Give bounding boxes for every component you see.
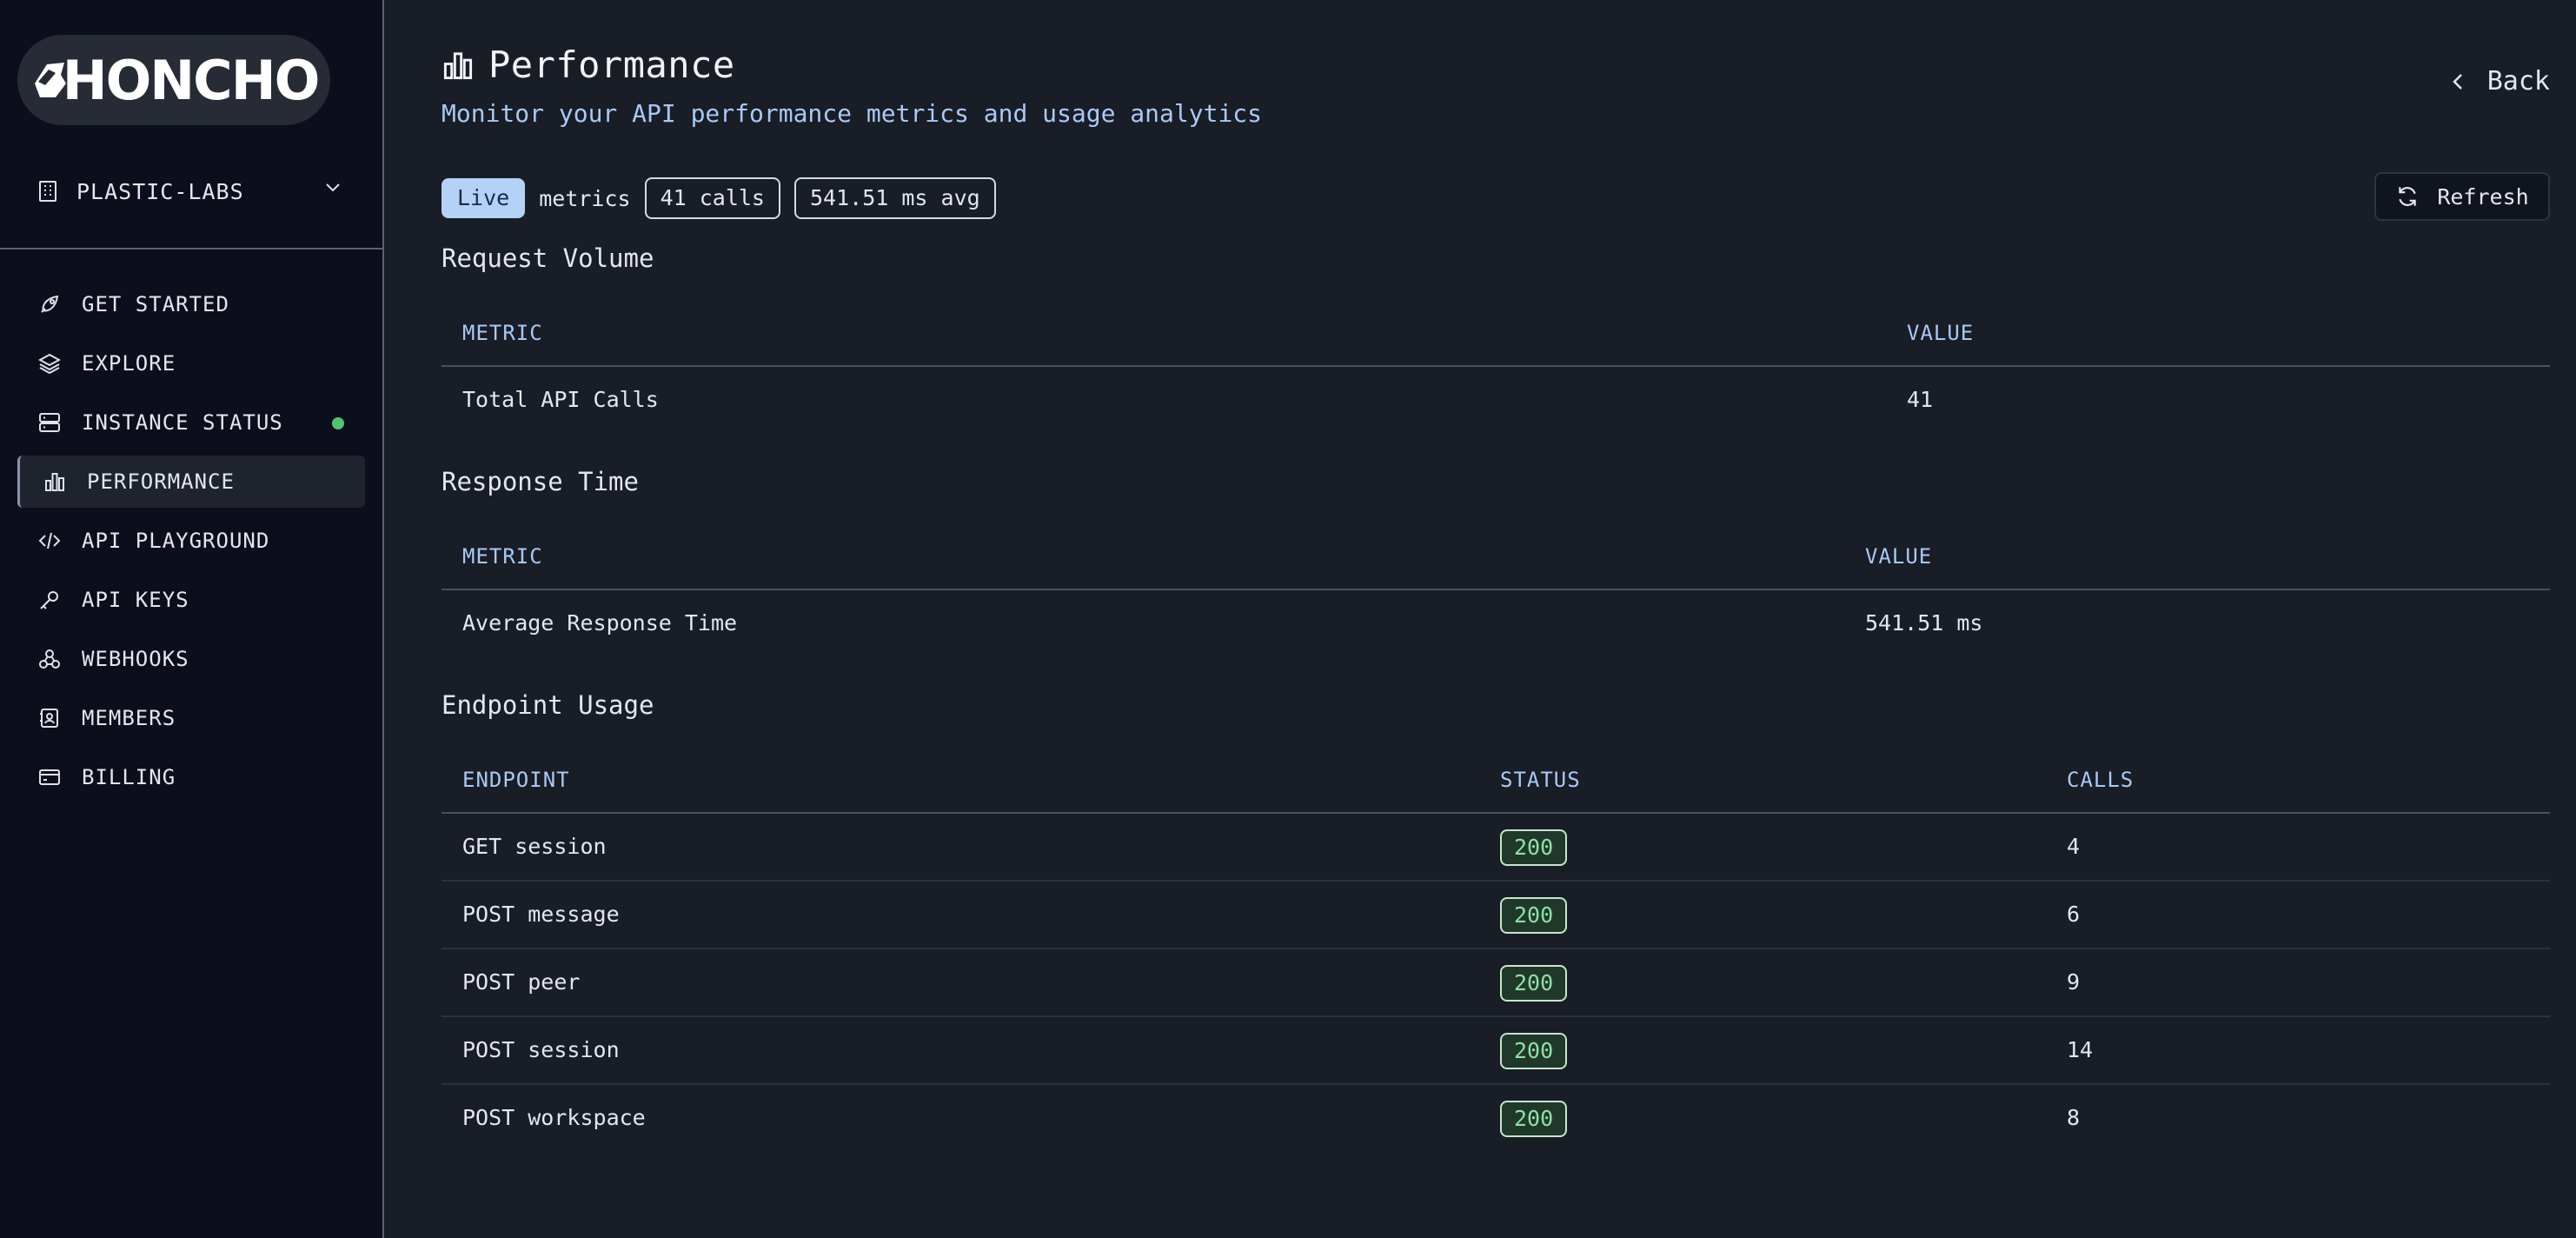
server-icon <box>39 413 60 432</box>
org-name: PLASTIC-LABS <box>76 178 244 204</box>
sidebar-item-performance[interactable]: PERFORMANCE <box>17 456 365 508</box>
org-switcher[interactable]: PLASTIC-LABS <box>38 172 342 210</box>
table-row: POST workspace 200 8 <box>442 1085 2550 1151</box>
refresh-icon <box>2399 187 2417 206</box>
column-header: METRIC <box>462 321 543 345</box>
table-row: POST session 200 14 <box>442 1017 2550 1085</box>
table-header: ENDPOINT STATUS CALLS <box>442 748 2550 814</box>
sidebar: HONCHO PLASTIC-LABS GET STARTED EXPLORE <box>0 0 384 1238</box>
value-cell: 541.51 ms <box>1865 610 1983 636</box>
calls-cell: 9 <box>2067 969 2081 995</box>
key-icon <box>40 591 58 609</box>
sidebar-item-label: PERFORMANCE <box>87 469 235 494</box>
layers-icon <box>38 353 61 375</box>
table-header: METRIC VALUE <box>442 301 2550 367</box>
sidebar-item-label: EXPLORE <box>82 351 176 376</box>
request-volume-table: METRIC VALUE Total API Calls 41 <box>442 301 2550 433</box>
sidebar-item-billing[interactable]: BILLING <box>17 751 365 803</box>
sidebar-item-label: BILLING <box>82 765 176 789</box>
logo[interactable]: HONCHO <box>17 35 330 125</box>
sidebar-item-explore[interactable]: EXPLORE <box>17 337 365 389</box>
bar-chart-icon <box>45 473 64 491</box>
endpoint-cell: POST peer <box>462 969 581 995</box>
summary-badges: Live metrics 41 calls 541.51 ms avg <box>442 177 1010 219</box>
table-row: Average Response Time 541.51 ms <box>442 590 2550 656</box>
refresh-label: Refresh <box>2437 183 2529 210</box>
rocket-icon <box>41 295 59 313</box>
calls-cell: 8 <box>2067 1105 2081 1130</box>
table-row: GET session 200 4 <box>442 814 2550 882</box>
status-badge: 200 <box>1500 1101 1568 1137</box>
bar-chart-icon <box>443 51 473 79</box>
metrics-label: metrics <box>539 185 631 211</box>
status-online-dot <box>332 417 344 429</box>
table-row: POST message 200 6 <box>442 882 2550 949</box>
sidebar-item-label: API KEYS <box>82 588 189 612</box>
page-header: Performance <box>442 43 735 86</box>
column-header: VALUE <box>1865 544 1933 569</box>
calls-cell: 6 <box>2067 902 2081 927</box>
response-time-title: Response Time <box>442 467 639 496</box>
code-icon <box>38 532 61 549</box>
page-title: Performance <box>488 43 735 86</box>
contact-book-icon <box>40 709 58 728</box>
endpoint-cell: POST message <box>462 902 620 927</box>
table-row: Total API Calls 41 <box>442 367 2550 433</box>
endpoint-cell: POST workspace <box>462 1105 646 1130</box>
endpoint-usage-table: ENDPOINT STATUS CALLS GET session 200 4 … <box>442 748 2550 1151</box>
sidebar-item-label: WEBHOOKS <box>82 647 189 671</box>
calls-badge: 41 calls <box>644 177 780 219</box>
sidebar-nav: GET STARTED EXPLORE INSTANCE STATUS PERF… <box>17 278 365 810</box>
response-time-table: METRIC VALUE Average Response Time 541.5… <box>442 524 2550 656</box>
metric-cell: Total API Calls <box>462 387 659 412</box>
column-header: ENDPOINT <box>462 768 570 792</box>
sidebar-item-get-started[interactable]: GET STARTED <box>17 278 365 330</box>
status-badge: 200 <box>1500 897 1568 934</box>
calls-cell: 4 <box>2067 834 2081 859</box>
credit-card-icon <box>39 769 60 785</box>
calls-cell: 14 <box>2067 1037 2094 1062</box>
sidebar-item-label: GET STARTED <box>82 292 229 316</box>
chevron-down-icon <box>326 183 340 192</box>
sidebar-item-api-keys[interactable]: API KEYS <box>17 574 365 626</box>
refresh-button[interactable]: Refresh <box>2374 172 2550 221</box>
back-button[interactable]: Back <box>2449 66 2550 97</box>
sidebar-item-label: MEMBERS <box>82 706 176 730</box>
endpoint-cell: GET session <box>462 834 607 859</box>
logo-text: HONCHO <box>62 48 321 112</box>
request-volume-title: Request Volume <box>442 243 654 273</box>
column-header: METRIC <box>462 544 543 569</box>
status-badge: 200 <box>1500 829 1568 866</box>
building-icon <box>39 181 56 202</box>
sidebar-item-label: INSTANCE STATUS <box>82 410 283 435</box>
table-row: POST peer 200 9 <box>442 949 2550 1017</box>
sidebar-item-members[interactable]: MEMBERS <box>17 692 365 744</box>
webhook-icon <box>39 649 60 669</box>
sidebar-item-instance-status[interactable]: INSTANCE STATUS <box>17 396 365 449</box>
avg-badge: 541.51 ms avg <box>794 177 996 219</box>
table-header: METRIC VALUE <box>442 524 2550 590</box>
page-subtitle: Monitor your API performance metrics and… <box>442 99 1263 128</box>
status-badge: 200 <box>1500 965 1568 1002</box>
endpoint-cell: POST session <box>462 1037 620 1062</box>
status-badge: 200 <box>1500 1033 1568 1069</box>
back-label: Back <box>2486 66 2550 97</box>
endpoint-usage-title: Endpoint Usage <box>442 690 654 720</box>
column-header: VALUE <box>1907 321 1975 345</box>
sidebar-divider <box>0 248 382 250</box>
live-badge: Live <box>442 178 526 218</box>
sidebar-item-api-playground[interactable]: API PLAYGROUND <box>17 515 365 567</box>
column-header: STATUS <box>1500 768 1581 792</box>
sidebar-item-label: API PLAYGROUND <box>82 529 270 553</box>
sidebar-item-webhooks[interactable]: WEBHOOKS <box>17 633 365 685</box>
metric-cell: Average Response Time <box>462 610 738 636</box>
column-header: CALLS <box>2067 768 2134 792</box>
value-cell: 41 <box>1907 387 1934 412</box>
chevron-left-icon <box>2452 73 2462 90</box>
